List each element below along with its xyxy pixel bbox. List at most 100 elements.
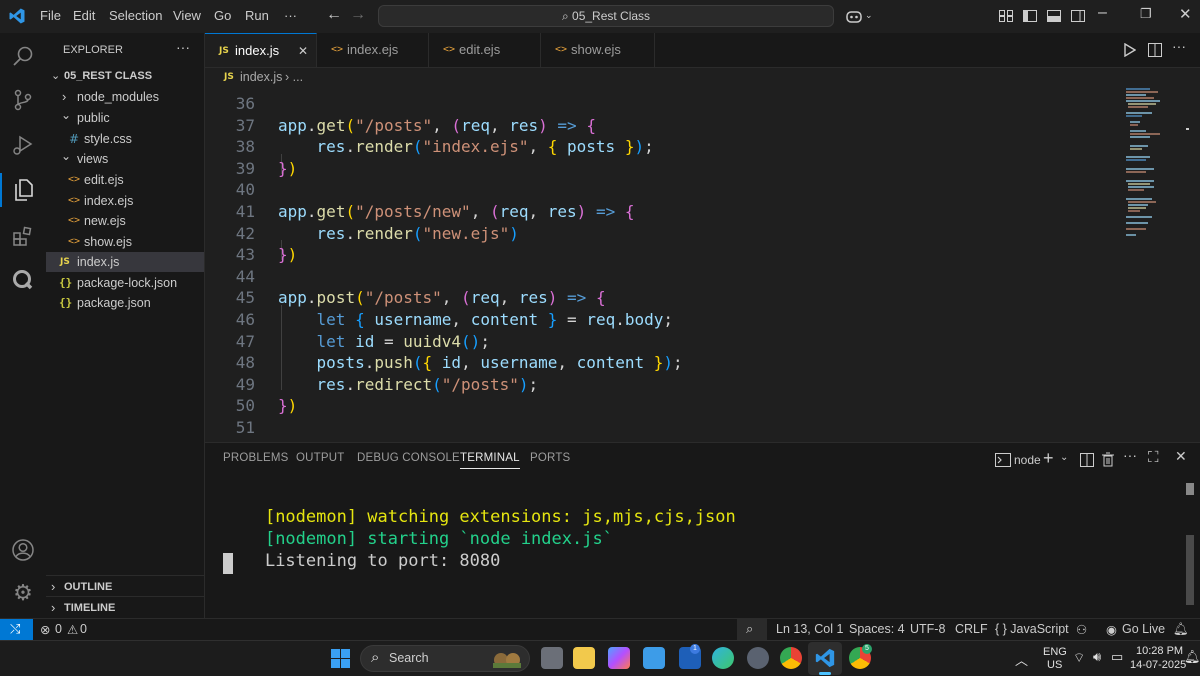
- encoding[interactable]: UTF-8: [910, 622, 945, 636]
- menu-edit[interactable]: Edit: [73, 8, 95, 23]
- close-panel-icon[interactable]: ✕: [1175, 448, 1187, 465]
- copilot-app-icon[interactable]: [608, 647, 630, 669]
- command-center-search[interactable]: ⌕ 05_Rest Class: [378, 5, 834, 27]
- toggle-primary-sidebar-icon[interactable]: [1023, 10, 1037, 22]
- tree-item-public[interactable]: ⌄ public: [46, 108, 204, 128]
- tab-index-js[interactable]: JS index.js ✕: [205, 33, 317, 67]
- notification-center-icon[interactable]: 🔔︎: [1184, 649, 1200, 665]
- clock-time[interactable]: 10:28 PM: [1136, 645, 1183, 657]
- explorer-root-folder[interactable]: ⌄ 05_REST CLASS: [46, 66, 204, 86]
- task-view-icon[interactable]: [541, 647, 563, 669]
- tree-item-node-modules[interactable]: › node_modules: [46, 87, 204, 107]
- panel-tab-problems[interactable]: PROBLEMS: [223, 452, 289, 464]
- toggle-secondary-sidebar-icon[interactable]: [1071, 10, 1085, 22]
- panel-tab-debug-console[interactable]: DEBUG CONSOLE: [357, 452, 460, 464]
- run-icon[interactable]: [1124, 43, 1136, 57]
- tree-item-new-ejs[interactable]: <> new.ejs: [46, 211, 204, 231]
- vscode-taskbar-icon[interactable]: [814, 647, 836, 669]
- tab-show-ejs[interactable]: <> show.ejs: [541, 33, 655, 67]
- activity-accounts[interactable]: [8, 535, 38, 565]
- restore-icon[interactable]: ❐: [1140, 6, 1152, 22]
- menu-file[interactable]: File: [40, 8, 61, 23]
- panel-tab-output[interactable]: OUTPUT: [296, 452, 344, 464]
- activity-run-debug[interactable]: [8, 130, 38, 160]
- panel-tab-terminal[interactable]: TERMINAL: [460, 452, 520, 469]
- language-code[interactable]: ENG: [1043, 646, 1067, 658]
- menu-run[interactable]: Run: [245, 8, 269, 23]
- windows-start-icon[interactable]: [331, 649, 350, 668]
- taskbar-search-box[interactable]: ⌕ Search: [360, 645, 530, 672]
- go-live-button[interactable]: Go Live: [1122, 622, 1165, 636]
- copilot-status-icon[interactable]: ⚇: [1076, 622, 1087, 637]
- activity-extensions[interactable]: [8, 221, 38, 251]
- activity-search[interactable]: [8, 41, 38, 71]
- customize-layout-icon[interactable]: [999, 10, 1013, 22]
- menu-view[interactable]: View: [173, 8, 201, 23]
- warnings-count[interactable]: 0: [80, 622, 87, 636]
- cursor-position[interactable]: Ln 13, Col 1: [776, 622, 843, 636]
- zoom-button[interactable]: ⌕: [737, 619, 767, 641]
- menu-go[interactable]: Go: [214, 8, 231, 23]
- tree-item-index-js[interactable]: JS index.js: [46, 252, 204, 272]
- split-terminal-icon[interactable]: [1080, 453, 1094, 467]
- back-arrow-icon[interactable]: ←: [326, 6, 342, 24]
- maximize-panel-icon[interactable]: ⛶: [1148, 449, 1159, 466]
- tree-item-package-lock-json[interactable]: {} package-lock.json: [46, 273, 204, 293]
- volume-icon[interactable]: 🔊︎: [1093, 649, 1101, 665]
- terminal-cursor[interactable]: [223, 553, 233, 574]
- line-ending[interactable]: CRLF: [955, 622, 988, 636]
- copilot-icon[interactable]: [846, 9, 862, 23]
- minimize-icon[interactable]: –: [1098, 4, 1107, 22]
- timeline-section[interactable]: › TIMELINE: [46, 598, 204, 618]
- chrome-icon[interactable]: [780, 647, 802, 669]
- menu-selection[interactable]: Selection: [109, 8, 162, 23]
- explorer-more-icon[interactable]: ···: [176, 39, 190, 55]
- toggle-panel-icon[interactable]: [1047, 10, 1061, 22]
- language-mode[interactable]: { } JavaScript: [995, 622, 1069, 636]
- new-terminal-icon[interactable]: +: [1043, 448, 1054, 469]
- breadcrumb-file[interactable]: index.js: [240, 67, 282, 87]
- code-editor[interactable]: 36 37 app.get("/posts", (req, res) => {38 …: [205, 87, 1120, 441]
- indentation[interactable]: Spaces: 4: [849, 622, 905, 636]
- activity-manage[interactable]: ⚙: [8, 578, 38, 608]
- tree-item-index-ejs[interactable]: <> index.ejs: [46, 191, 204, 211]
- notes-app-icon[interactable]: [643, 647, 665, 669]
- close-icon[interactable]: ✕: [298, 34, 308, 68]
- settings-app-icon[interactable]: [747, 647, 769, 669]
- terminal-name[interactable]: node: [1014, 453, 1041, 467]
- remote-indicator[interactable]: ⤭: [0, 619, 33, 641]
- close-window-icon[interactable]: ✕: [1179, 5, 1192, 23]
- battery-icon[interactable]: ▭: [1111, 649, 1123, 665]
- file-explorer-icon[interactable]: [573, 647, 595, 669]
- split-editor-icon[interactable]: [1148, 43, 1162, 57]
- more-actions-icon[interactable]: ···: [1123, 447, 1137, 463]
- tree-item-show-ejs[interactable]: <> show.ejs: [46, 232, 204, 252]
- copilot-chevron-icon[interactable]: ⌄: [865, 10, 873, 21]
- edge-icon[interactable]: [712, 647, 734, 669]
- outline-section[interactable]: › OUTLINE: [46, 577, 204, 597]
- clock-date[interactable]: 14-07-2025: [1130, 659, 1186, 671]
- tab-edit-ejs[interactable]: <> edit.ejs: [429, 33, 541, 67]
- forward-arrow-icon[interactable]: →: [350, 6, 366, 24]
- errors-count[interactable]: 0: [55, 622, 62, 636]
- panel-tab-ports[interactable]: PORTS: [530, 452, 570, 464]
- tree-item-edit-ejs[interactable]: <> edit.ejs: [46, 170, 204, 190]
- notifications-icon[interactable]: 🔔︎: [1173, 622, 1189, 637]
- activity-explorer[interactable]: [8, 175, 38, 205]
- tree-item-package-json[interactable]: {} package.json: [46, 293, 204, 313]
- terminal-scrollbar[interactable]: [1186, 535, 1194, 605]
- vscode-logo-icon[interactable]: [8, 7, 26, 25]
- chevron-up-icon[interactable]: ︿: [1015, 650, 1028, 669]
- activity-quokka[interactable]: [8, 265, 38, 295]
- chevron-down-icon[interactable]: ⌄: [1060, 452, 1068, 463]
- breadcrumb-rest[interactable]: › ...: [285, 67, 303, 87]
- more-actions-icon[interactable]: ···: [1172, 38, 1186, 54]
- tab-index-ejs[interactable]: <> index.ejs: [317, 33, 429, 67]
- trash-icon[interactable]: [1102, 452, 1114, 467]
- activity-source-control[interactable]: [8, 85, 38, 115]
- language-region[interactable]: US: [1047, 659, 1062, 671]
- minimap[interactable]: [1120, 87, 1189, 441]
- tree-item-views[interactable]: ⌄ views: [46, 149, 204, 169]
- menu-more[interactable]: ···: [284, 8, 297, 23]
- wifi-icon[interactable]: ⌔: [1073, 650, 1085, 666]
